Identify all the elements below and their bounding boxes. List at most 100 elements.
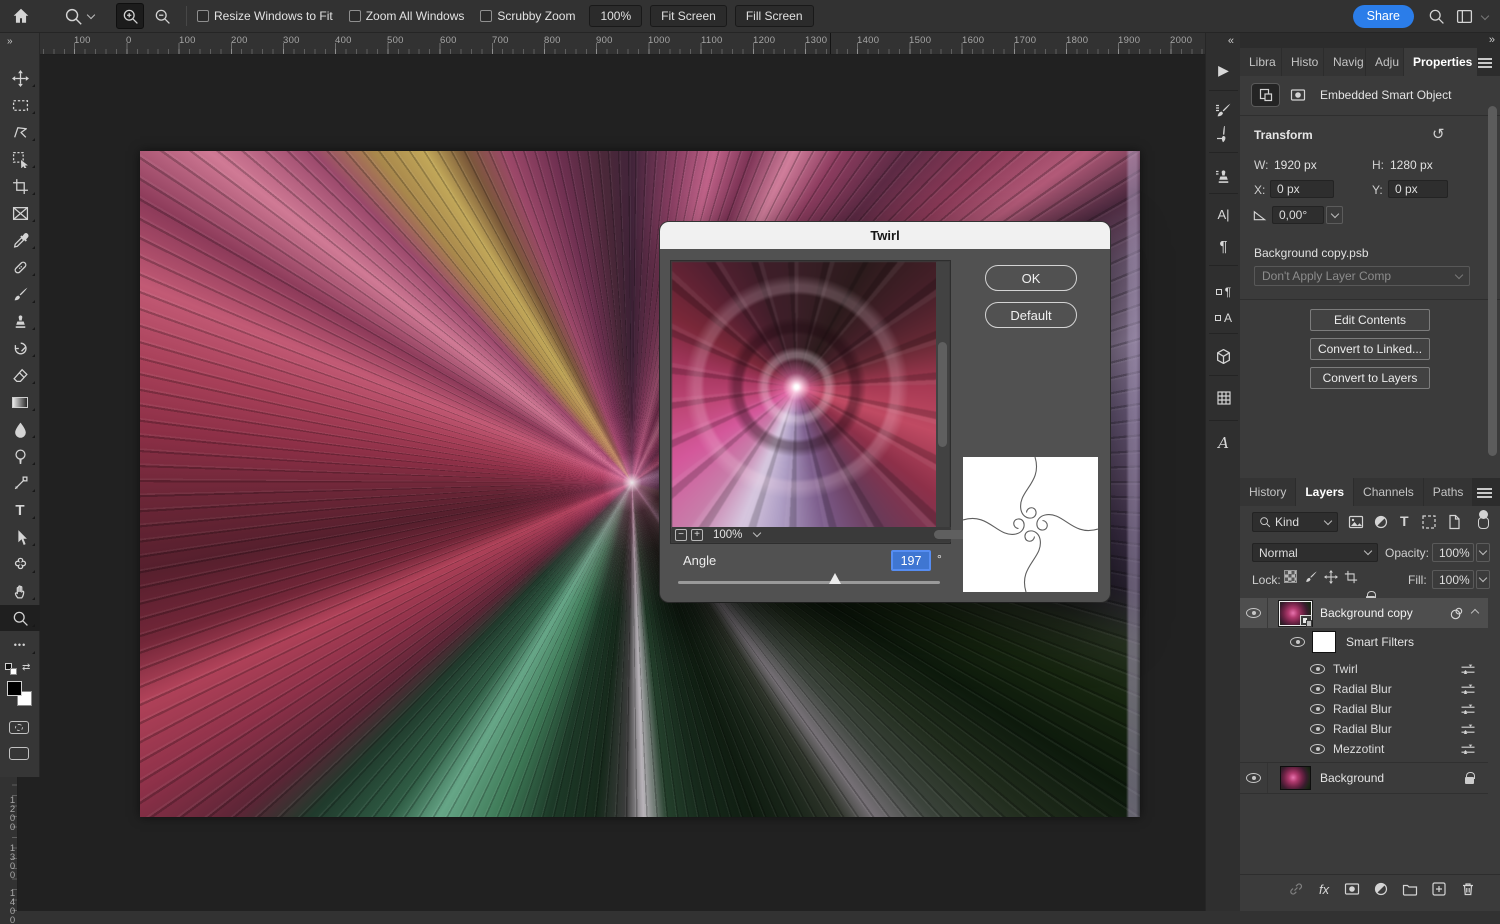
custom-shape-tool[interactable]: [0, 551, 40, 577]
toolbar-expand-icon[interactable]: »: [7, 36, 12, 47]
expand-panel-icon[interactable]: »: [1489, 34, 1495, 46]
blend-mode-dropdown[interactable]: Normal: [1252, 543, 1378, 562]
smart-filter-row[interactable]: Radial Blur: [1240, 719, 1488, 739]
character-panel-icon[interactable]: A|: [1206, 201, 1241, 227]
filter-name[interactable]: Twirl: [1333, 662, 1358, 676]
brush-settings-panel-icon[interactable]: [1206, 97, 1241, 123]
angle-slider-thumb[interactable]: [829, 573, 841, 584]
lock-paint-icon[interactable]: [1304, 570, 1318, 584]
fill-dropdown[interactable]: [1476, 570, 1490, 589]
rotation-input[interactable]: 0,00°: [1272, 206, 1324, 224]
tab-paths[interactable]: Paths: [1424, 478, 1473, 506]
filter-adjustment-layers-icon[interactable]: [1373, 514, 1389, 530]
delete-layer-icon[interactable]: [1460, 881, 1476, 897]
history-brush-tool[interactable]: [0, 335, 40, 361]
crop-tool[interactable]: [0, 173, 40, 199]
healing-brush-tool[interactable]: [0, 254, 40, 280]
checkbox-icon[interactable]: [480, 10, 492, 22]
zoom-all-windows-checkbox[interactable]: Zoom All Windows: [349, 9, 465, 23]
smart-filter-row[interactable]: Mezzotint: [1240, 739, 1488, 759]
visibility-eye-icon[interactable]: [1310, 724, 1325, 734]
smart-filter-row[interactable]: Twirl: [1240, 659, 1488, 679]
new-group-icon[interactable]: [1402, 881, 1418, 897]
edit-contents-button[interactable]: Edit Contents: [1310, 309, 1430, 331]
tab-libraries[interactable]: Libra: [1240, 48, 1281, 76]
patterns-panel-icon[interactable]: [1206, 385, 1241, 411]
lock-artboard-icon[interactable]: [1344, 570, 1358, 584]
opacity-dropdown[interactable]: [1476, 543, 1490, 562]
filter-shape-layers-icon[interactable]: [1421, 514, 1437, 530]
preview-zoom-in-button[interactable]: +: [691, 529, 703, 541]
visibility-eye-icon[interactable]: [1310, 684, 1325, 694]
mask-properties-icon[interactable]: [1284, 84, 1311, 106]
filter-name[interactable]: Radial Blur: [1333, 702, 1392, 716]
angle-slider-track[interactable]: [678, 581, 940, 584]
type-tool[interactable]: T: [0, 497, 40, 523]
visibility-eye-icon[interactable]: [1246, 773, 1261, 783]
eraser-tool[interactable]: [0, 362, 40, 388]
preview-vertical-scrollbar[interactable]: [936, 262, 949, 528]
filter-name[interactable]: Mezzotint: [1333, 742, 1384, 756]
new-adjustment-layer-icon[interactable]: [1373, 881, 1389, 897]
brush-tool[interactable]: [0, 281, 40, 307]
blur-tool[interactable]: [0, 416, 40, 442]
smart-filter-clip-icon[interactable]: [1449, 606, 1464, 621]
y-input[interactable]: 0 px: [1388, 180, 1448, 198]
fill-input[interactable]: 100%: [1432, 570, 1474, 589]
opacity-input[interactable]: 100%: [1432, 543, 1474, 562]
visibility-eye-icon[interactable]: [1246, 608, 1261, 618]
smart-object-properties-icon[interactable]: [1252, 84, 1279, 106]
pen-tool[interactable]: [0, 470, 40, 496]
fit-screen-button[interactable]: Fit Screen: [650, 5, 727, 27]
layer-thumbnail[interactable]: [1280, 766, 1311, 790]
path-selection-tool[interactable]: [0, 524, 40, 550]
filter-smart-objects-icon[interactable]: [1446, 514, 1462, 530]
w-value[interactable]: 1920 px: [1274, 158, 1317, 172]
collapse-dock-icon[interactable]: «: [1228, 35, 1234, 47]
tab-histogram[interactable]: Histo: [1282, 48, 1323, 76]
tab-adjustments[interactable]: Adju: [1366, 48, 1403, 76]
filter-blend-options-icon[interactable]: [1460, 703, 1476, 716]
scrubby-zoom-checkbox[interactable]: Scrubby Zoom: [480, 9, 575, 23]
layer-filtering-toggle[interactable]: [1477, 510, 1490, 529]
checkbox-icon[interactable]: [197, 10, 209, 22]
actions-panel-icon[interactable]: ▶: [1206, 57, 1241, 83]
preview-zoom-out-button[interactable]: −: [675, 529, 687, 541]
lasso-tool[interactable]: [0, 119, 40, 145]
home-button[interactable]: [12, 7, 30, 25]
properties-menu-icon[interactable]: [1478, 58, 1492, 68]
filter-type-layers-icon[interactable]: T: [1400, 513, 1409, 529]
zoom-100-button[interactable]: 100%: [589, 5, 642, 27]
clone-stamp-tool[interactable]: [0, 308, 40, 334]
zoom-in-button[interactable]: [116, 3, 144, 29]
quick-mask-button[interactable]: [9, 721, 29, 734]
layer-row-background-copy[interactable]: Background copy: [1240, 598, 1488, 628]
ok-button[interactable]: OK: [985, 265, 1077, 291]
eyedropper-tool[interactable]: [0, 227, 40, 253]
tab-navigator[interactable]: Navig: [1324, 48, 1365, 76]
layer-row-background[interactable]: Background: [1240, 763, 1488, 793]
hand-tool[interactable]: [0, 578, 40, 604]
filter-name[interactable]: Radial Blur: [1333, 722, 1392, 736]
filter-blend-options-icon[interactable]: [1460, 683, 1476, 696]
lock-transparency-icon[interactable]: [1284, 570, 1297, 583]
foreground-color-swatch[interactable]: [7, 681, 22, 696]
scrollbar-thumb[interactable]: [938, 342, 947, 447]
filter-blend-options-icon[interactable]: [1460, 663, 1476, 676]
layer-thumbnail[interactable]: [1279, 601, 1312, 626]
layers-menu-icon[interactable]: [1477, 488, 1492, 498]
brushes-panel-icon[interactable]: [1206, 121, 1241, 147]
frame-tool[interactable]: [0, 200, 40, 226]
move-tool[interactable]: [0, 65, 40, 91]
3d-panel-icon[interactable]: [1206, 343, 1241, 369]
share-button[interactable]: Share: [1353, 5, 1414, 28]
angle-input[interactable]: 197: [891, 550, 931, 571]
dodge-tool[interactable]: [0, 443, 40, 469]
glyphs-panel-icon[interactable]: A: [1206, 430, 1241, 456]
filter-blend-options-icon[interactable]: [1460, 743, 1476, 756]
layer-filter-kind-dropdown[interactable]: Kind: [1252, 512, 1338, 532]
filter-blend-options-icon[interactable]: [1460, 723, 1476, 736]
marquee-tool[interactable]: [0, 92, 40, 118]
properties-scrollbar[interactable]: [1488, 106, 1497, 456]
search-icon[interactable]: [1422, 3, 1450, 29]
